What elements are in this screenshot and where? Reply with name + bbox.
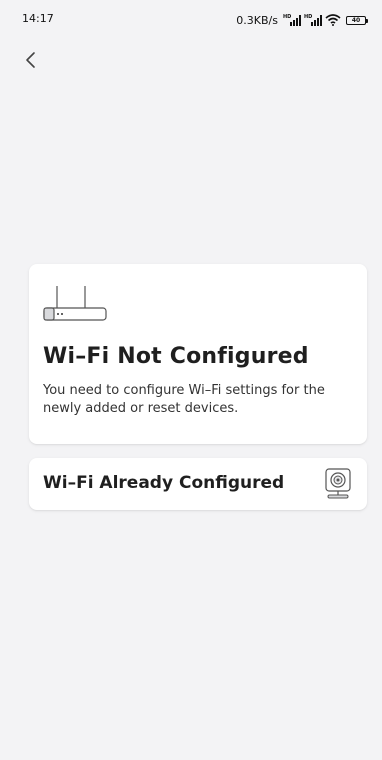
wifi-not-configured-description: You need to configure Wi–Fi settings for… [43,383,325,416]
wifi-already-configured-title: Wi–Fi Already Configured [43,473,285,493]
status-indicators: 0.3KB/s HD HD 40 [236,11,368,30]
status-bar: 14:17 0.3KB/s HD HD 40 [0,0,382,34]
screen: 14:17 0.3KB/s HD HD 40 Wi–Fi Not Configu… [0,0,382,760]
signal-icon: HD [283,15,301,26]
wifi-not-configured-option[interactable]: Wi–Fi Not Configured You need to configu… [29,264,367,444]
camera-icon [323,468,353,504]
router-icon [43,284,107,328]
battery-level: 40 [351,17,361,24]
battery-icon: 40 [346,16,368,25]
wifi-not-configured-title: Wi–Fi Not Configured [43,344,309,369]
wifi-already-configured-option[interactable]: Wi–Fi Already Configured [29,458,367,510]
signal-icon: HD [304,15,322,26]
network-speed: 0.3KB/s [236,14,278,27]
chevron-left-icon [26,52,35,68]
wifi-icon [325,11,341,30]
back-button[interactable] [18,48,42,72]
status-time: 14:17 [22,12,54,25]
